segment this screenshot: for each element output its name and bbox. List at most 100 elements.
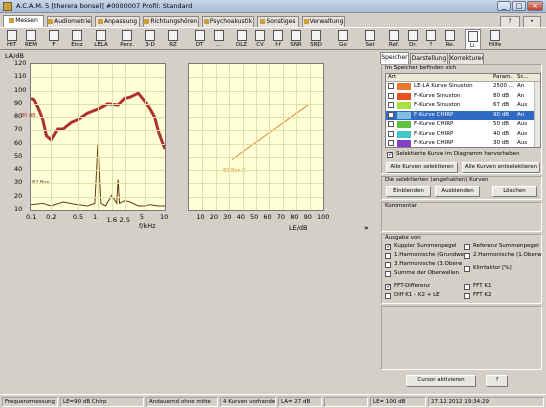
toolbar-button-dlz[interactable]: DLZ [233,29,250,50]
tab-messen[interactable]: Messen [3,15,44,27]
curve-row[interactable]: LE-LA Kurve Sinuston 2500 ... An [386,82,534,91]
toolbar-button-hilfe[interactable]: Hilfe [486,29,504,50]
3d-icon [145,30,155,41]
toolbar-button-snr[interactable]: SNR [288,29,304,50]
delete-button[interactable]: Löschen [492,186,537,197]
output-checkbox[interactable] [385,271,391,277]
grid-line-v [77,64,79,210]
close-button[interactable]: × [527,1,543,11]
level-plot-area[interactable]: 82 Bon K [188,63,324,211]
curve-list-scrollbar[interactable] [534,82,540,147]
tab-darstellung[interactable]: Darstellung [410,53,448,64]
toolbar-button-settings[interactable]: Set [361,29,379,50]
curve-color-swatch [397,102,411,109]
output-checkbox[interactable]: ✓ [385,244,391,250]
toolbar-button-3d[interactable]: 3-D [141,29,159,50]
dot-tab-button[interactable]: • [523,16,541,27]
toolbar-button-snd[interactable]: SND [306,29,326,50]
show-button[interactable]: Einblenden [386,186,431,197]
toolbar-button-rz[interactable]: RZ [163,29,183,50]
toolbar-button-ff[interactable]: f-f [270,29,286,50]
curve-sc: Aus [517,130,528,137]
toolbar-label: ... [215,42,222,48]
curve-checkbox[interactable] [388,83,394,89]
output-checkbox[interactable] [385,253,391,259]
curve-checkbox[interactable] [388,140,394,146]
dt-icon [194,30,205,41]
tab-richtungshoeren[interactable]: Richtungshören [143,16,199,27]
curve-row[interactable]: F-Kurve Sinuston 67 dB Aus [386,101,534,110]
toolbar-button-more[interactable]: ... [210,29,227,50]
output-option-label: FFT K1 [473,283,492,289]
toolbar-button-ref[interactable]: Ref. [385,29,403,50]
toolbar-button-rem[interactable]: REM [22,29,40,50]
help-tab-button[interactable]: ? [500,16,520,27]
deselect-all-button[interactable]: Alle Kurven entselektieren [462,162,540,173]
help-button[interactable]: ? [486,375,508,387]
cursor-activate-button[interactable]: Cursor aktivieren [406,375,476,387]
grid-line-v [296,64,298,210]
output-checkbox[interactable] [385,293,391,299]
output-checkbox[interactable] [464,244,470,250]
output-checkbox[interactable] [464,253,470,259]
curve-row[interactable]: F-Kurve CHIRP 40 dB Aus [386,130,534,139]
grid-line-v [229,64,231,210]
y-tick-label: 20 [14,191,23,200]
select-all-button[interactable]: Alle Kurven selektieren [386,162,458,173]
curve-checkbox[interactable] [388,102,394,108]
curve-name: F-Kurve CHIRP [414,130,454,137]
output-checkbox[interactable] [385,262,391,268]
curve-sc: Aus [517,102,528,108]
output-checkbox[interactable] [464,293,470,299]
tab-anpassung[interactable]: Anpassung [95,16,140,27]
tab-speicher[interactable]: Speicher [380,52,409,64]
frequency-plot-area[interactable]: 80 dB 82 Bon [21,63,166,211]
toolbar-button-lela[interactable]: LELA [91,29,111,50]
x-tick-label: 10 [196,213,205,221]
output-option-label: 3.Harmonische (3.Oberw [394,261,463,267]
tab-sonstiges[interactable]: Sonstiges [257,16,299,27]
hit-icon [6,30,17,41]
maximize-button[interactable]: □ [512,1,526,11]
toolbar-button-perz[interactable]: Perz. [117,29,137,50]
expand-panel-button[interactable]: » [364,224,369,232]
toolbar-button-print[interactable]: Dr. [405,29,421,50]
curve-checkbox[interactable] [388,92,394,99]
curve-row[interactable]: F-Kurve Sinuston 80 dB An [386,92,534,101]
toolbar-button-dt[interactable]: DT [191,29,208,50]
status-bar: Frequenzmessung LE=90 dB Chirp Andauernd… [0,394,546,408]
toolbar-button-einz[interactable]: Einz [67,29,87,50]
output-checkbox[interactable] [464,266,470,272]
curve-row[interactable]: F-Kurve CHIRP 50 dB Aus [386,120,534,129]
toolbar-button-help[interactable]: ? [423,29,439,50]
x-tick-label: 50 [250,213,259,221]
toolbar-button-go[interactable]: Go [332,29,354,50]
toolbar-button-li[interactable]: Li. [465,29,481,50]
messen-icon [9,18,15,23]
settings-icon [365,30,375,41]
output-checkbox[interactable]: ✓ [385,284,391,290]
curve-list[interactable]: Art Param. Sc... LE-LA Kurve Sinuston 250… [385,73,541,148]
curve-checkbox[interactable] [388,111,394,118]
tab-korrekturen[interactable]: Korrekturen [449,53,484,64]
rz-icon [168,30,178,41]
minimize-button[interactable]: _ [497,1,511,11]
toolbar-button-hit[interactable]: HIT [3,29,20,50]
output-checkbox[interactable] [464,284,470,290]
curve-row[interactable]: F-Kurve CHIRP 90 dB An [386,110,534,120]
curve-color-swatch [397,83,411,90]
tab-audiometrie[interactable]: Audiometrie [47,16,92,27]
curve-checkbox[interactable] [388,130,394,137]
toolbar-button-cv[interactable]: CV [252,29,268,50]
highlight-checkbox[interactable]: ✓ [387,152,393,158]
curve-row[interactable]: F-Kurve CHIRP 30 dB Aus [386,139,534,147]
tab-verwaltung[interactable]: Verwaltung [302,16,345,27]
toolbar-label: ? [429,42,433,48]
grid-line-v [202,64,204,210]
curve-checkbox[interactable] [388,121,394,127]
highlight-label: Selektierte Kurve im Diagramm hervorhebe… [396,151,520,157]
toolbar-button-f[interactable]: F [45,29,63,50]
hide-button[interactable]: Ausblenden [435,186,480,197]
toolbar-button-re[interactable]: Re. [441,29,459,50]
tab-psychoakustik[interactable]: Psychoakustik [202,16,254,27]
